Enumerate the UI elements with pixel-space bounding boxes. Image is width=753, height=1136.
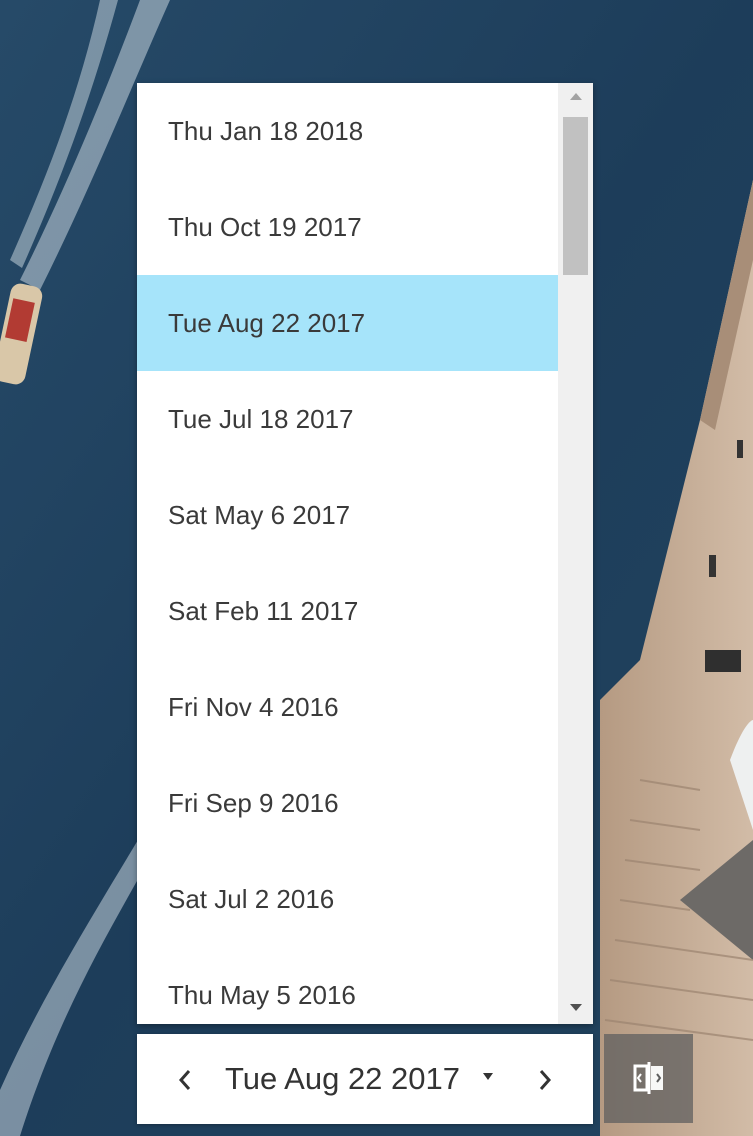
date-selector: Tue Aug 22 2017 (137, 1034, 593, 1124)
chevron-right-icon (539, 1070, 552, 1090)
scrollbar-thumb[interactable] (563, 117, 588, 275)
chevron-left-icon (178, 1070, 191, 1090)
swipe-compare-icon (633, 1062, 663, 1094)
next-date-button[interactable] (520, 1054, 570, 1104)
date-option[interactable]: Tue Jul 18 2017 (137, 371, 558, 467)
date-options: Thu Jan 18 2018 Thu Oct 19 2017 Tue Aug … (137, 83, 558, 1024)
list-scrollbar[interactable] (558, 83, 593, 1024)
scroll-down-arrow-icon[interactable] (558, 996, 593, 1024)
current-date-toggle[interactable]: Tue Aug 22 2017 (225, 1034, 460, 1124)
date-option[interactable]: Sat May 6 2017 (137, 467, 558, 563)
date-option[interactable]: Fri Nov 4 2016 (137, 659, 558, 755)
date-option[interactable]: Thu Oct 19 2017 (137, 179, 558, 275)
scroll-up-arrow-icon[interactable] (558, 83, 593, 111)
date-option-selected[interactable]: Tue Aug 22 2017 (137, 275, 558, 371)
date-option[interactable]: Thu Jan 18 2018 (137, 83, 558, 179)
date-option[interactable]: Sat Feb 11 2017 (137, 563, 558, 659)
compare-swipe-button[interactable] (604, 1034, 693, 1123)
date-option[interactable]: Thu May 5 2016 (137, 947, 558, 1024)
caret-down-icon (483, 1073, 493, 1080)
date-option[interactable]: Fri Sep 9 2016 (137, 755, 558, 851)
date-dropdown-list[interactable]: Thu Jan 18 2018 Thu Oct 19 2017 Tue Aug … (137, 83, 593, 1024)
date-option[interactable]: Sat Jul 2 2016 (137, 851, 558, 947)
previous-date-button[interactable] (160, 1054, 210, 1104)
